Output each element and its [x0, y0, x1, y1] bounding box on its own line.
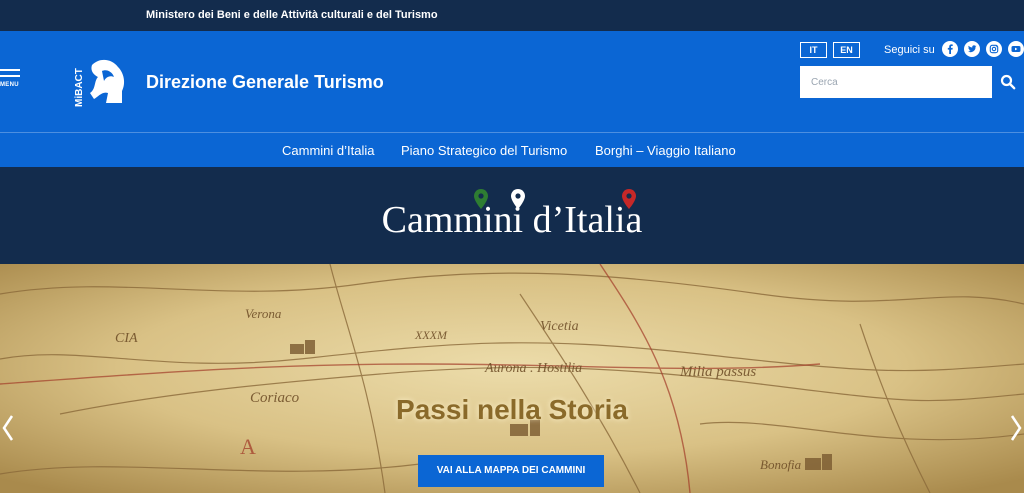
- facebook-icon[interactable]: [942, 41, 958, 57]
- cammini-title: Cammini d’Italia: [381, 199, 643, 241]
- hero-title: Passi nella Storia: [396, 394, 628, 425]
- nav-item-cammini[interactable]: Cammini d’Italia: [282, 143, 374, 158]
- svg-text:A: A: [240, 434, 256, 459]
- lang-it-button[interactable]: IT: [800, 42, 827, 58]
- prev-arrow-icon[interactable]: [2, 414, 14, 442]
- svg-text:Aurona . Hostilia: Aurona . Hostilia: [484, 361, 582, 376]
- nav-item-piano-strategico[interactable]: Piano Strategico del Turismo: [401, 143, 567, 158]
- instagram-icon[interactable]: [986, 41, 1002, 57]
- follow-label: Seguici su: [884, 44, 935, 56]
- search-icon: [1000, 74, 1016, 90]
- site-title[interactable]: Direzione Generale Turismo: [146, 72, 384, 93]
- ministry-link[interactable]: Ministero dei Beni e delle Attività cult…: [146, 9, 438, 21]
- ministry-bar: Ministero dei Beni e delle Attività cult…: [0, 0, 1024, 31]
- hero-slider: Verona Vicetia Aurona . Hostilia Milia p…: [0, 264, 1024, 493]
- search-input[interactable]: [800, 66, 992, 98]
- site-header: MENU MiBACT Direzione Generale Turismo I…: [0, 31, 1024, 132]
- hamburger-bar: [0, 75, 20, 77]
- cammini-banner: Cammini d’Italia: [0, 167, 1024, 264]
- svg-text:CIA: CIA: [115, 331, 138, 346]
- svg-text:Vicetia: Vicetia: [540, 319, 579, 334]
- svg-text:XXXM: XXXM: [414, 328, 448, 342]
- logo-text: MiBACT: [74, 68, 85, 107]
- twitter-icon[interactable]: [964, 41, 980, 57]
- youtube-icon[interactable]: [1008, 41, 1024, 57]
- svg-text:Milia passus: Milia passus: [679, 364, 756, 380]
- mibact-logo[interactable]: MiBACT: [72, 53, 128, 109]
- menu-button[interactable]: MENU: [0, 69, 22, 93]
- nav-item-borghi[interactable]: Borghi – Viaggio Italiano: [595, 143, 736, 158]
- svg-text:Verona: Verona: [245, 306, 282, 321]
- menu-label: MENU: [0, 82, 19, 88]
- main-nav: Cammini d’Italia Piano Strategico del Tu…: [0, 132, 1024, 167]
- svg-text:Bonofia: Bonofia: [760, 457, 802, 472]
- map-cta-button[interactable]: VAI ALLA MAPPA DEI CAMMINI: [418, 455, 604, 487]
- lang-en-button[interactable]: EN: [833, 42, 860, 58]
- next-arrow-icon[interactable]: [1010, 414, 1022, 442]
- hamburger-icon: [0, 69, 20, 71]
- search-button[interactable]: [992, 66, 1024, 98]
